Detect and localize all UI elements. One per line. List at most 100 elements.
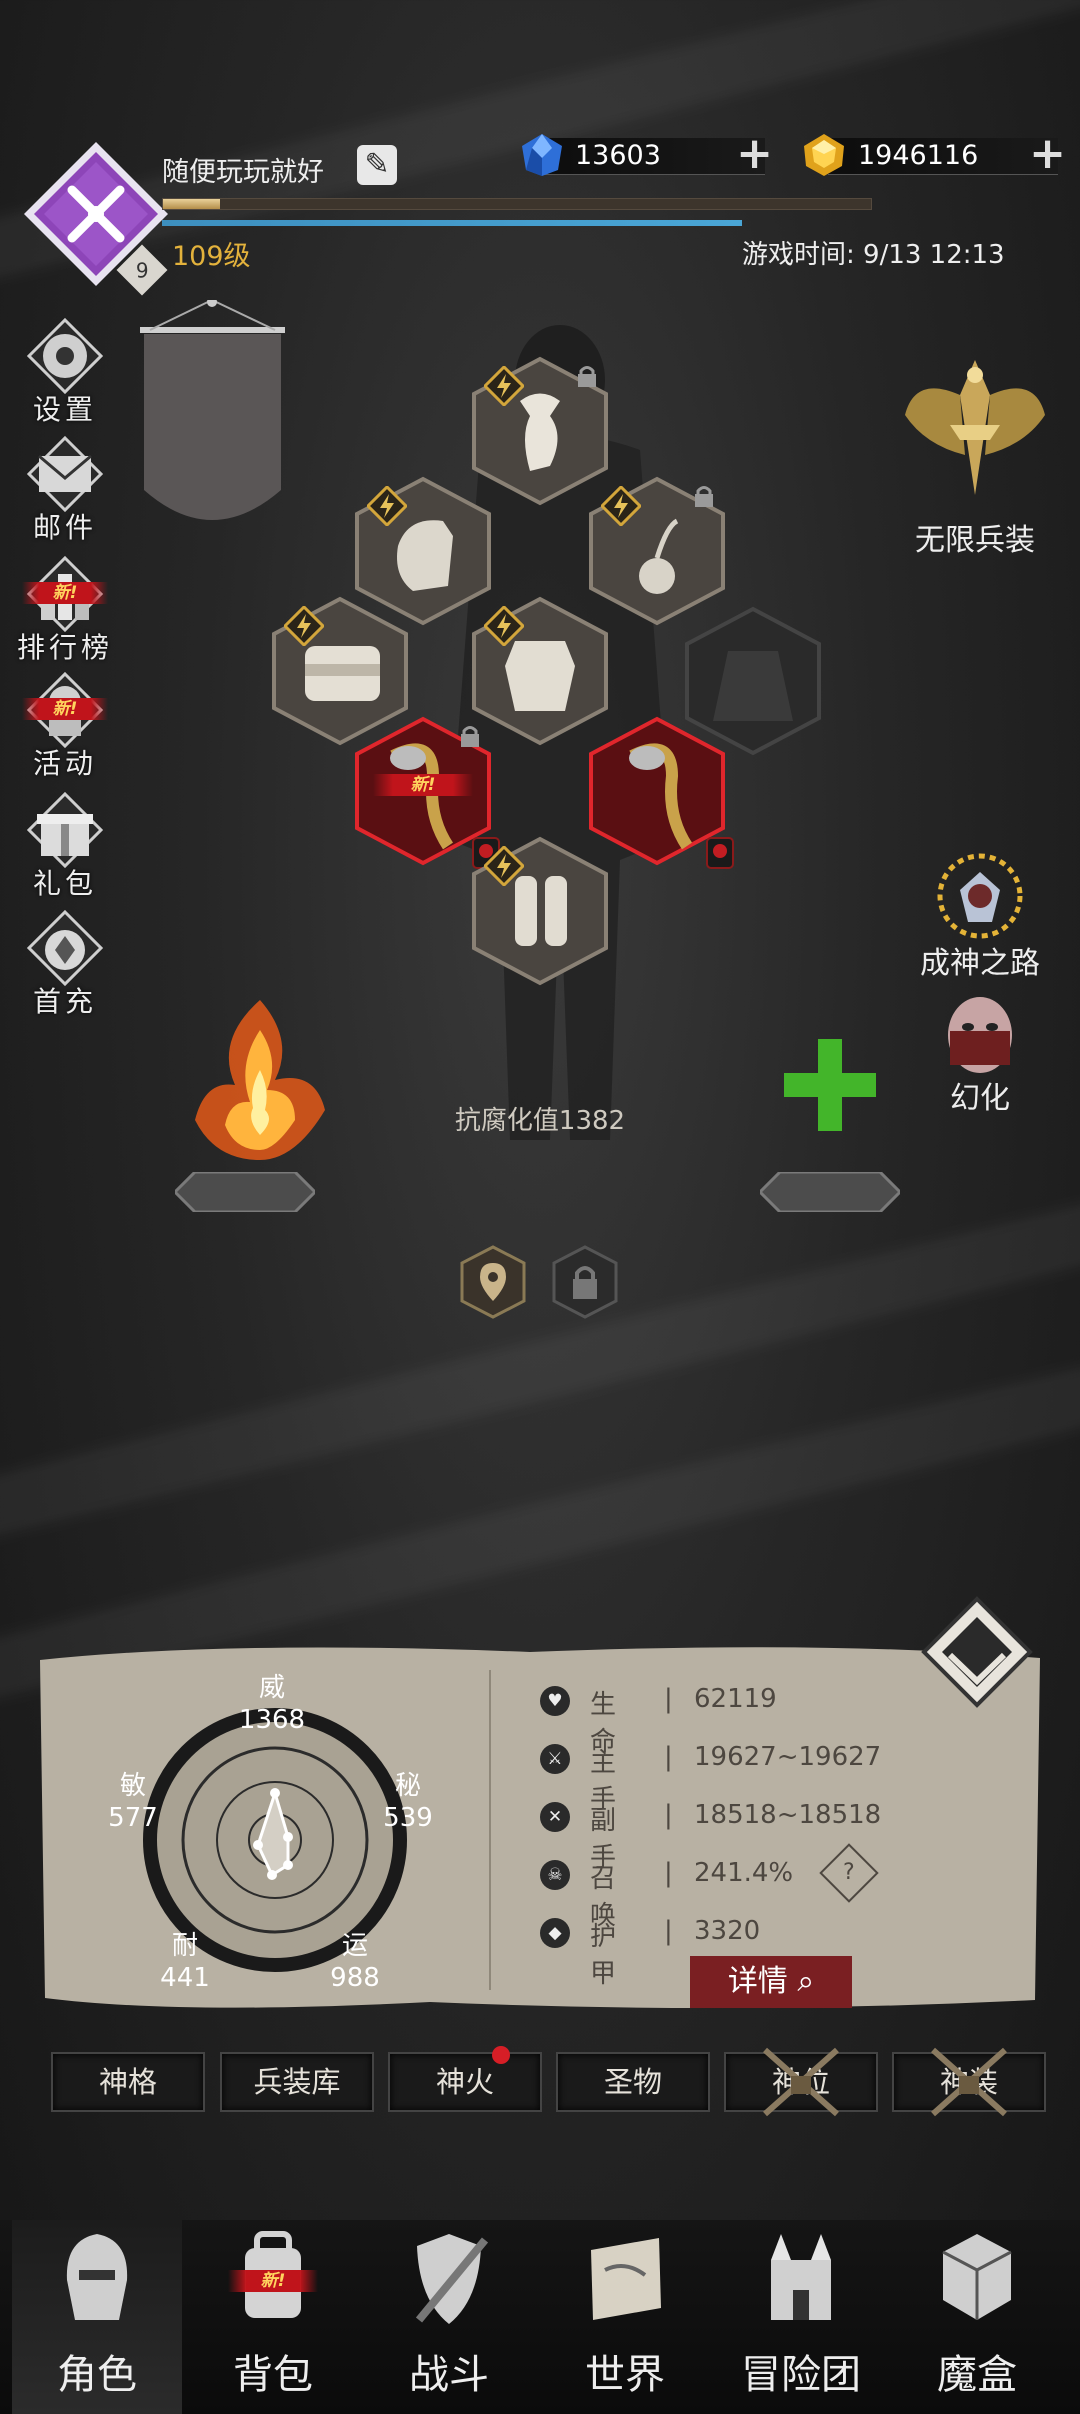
- main-hand-icon: ⚔: [540, 1744, 570, 1774]
- sidebar-item-1[interactable]: 邮件: [10, 428, 120, 544]
- attribute-wei-value: 1368: [238, 1705, 306, 1735]
- path-to-god-button[interactable]: 成神之路: [900, 850, 1060, 981]
- panel-toggle-icon[interactable]: [920, 1595, 1035, 1710]
- energy-bar: [162, 220, 742, 226]
- gold-currency: 1946116 +: [828, 132, 1066, 176]
- nav-label: 世界: [585, 2352, 665, 2398]
- new-badge: 新!: [22, 698, 108, 720]
- nav-3[interactable]: 世界: [540, 2220, 710, 2414]
- tab-2[interactable]: 神火: [388, 2046, 542, 2112]
- nav-1[interactable]: 新! 背包: [188, 2220, 358, 2414]
- upgrade-bolt-icon: [601, 486, 641, 526]
- nav-5[interactable]: 魔盒: [892, 2220, 1062, 2414]
- sidebar-item-2[interactable]: 新! 排行榜: [10, 548, 120, 664]
- upgrade-bolt-icon: [484, 846, 524, 886]
- locked-chains-icon: [761, 2046, 841, 2118]
- stat-value: 62119: [694, 1684, 777, 1714]
- infinite-gear-button[interactable]: 无限兵装: [895, 355, 1055, 558]
- new-badge: 新!: [373, 774, 473, 796]
- corrosion-resistance-value: 抗腐化值1382: [454, 1106, 626, 1136]
- locked-slot-button[interactable]: [552, 1245, 618, 1319]
- sidebar-item-0[interactable]: 设置: [10, 310, 120, 426]
- stat-separator: |: [664, 1684, 673, 1714]
- stat-separator: |: [664, 1800, 673, 1830]
- illusion-mask-icon: [948, 997, 1012, 1073]
- mail-icon: [26, 435, 104, 513]
- nav-4[interactable]: 冒险团: [716, 2220, 886, 2414]
- lock-icon: [459, 724, 481, 748]
- sidebar-item-label: 活动: [32, 747, 97, 780]
- guild-banner[interactable]: [140, 297, 285, 540]
- stat-separator: |: [664, 1742, 673, 1772]
- upgrade-bolt-icon: [284, 606, 324, 646]
- game-time: 游戏时间: 9/13 12:13: [742, 240, 1005, 270]
- illusion-button[interactable]: 幻化: [900, 995, 1060, 1116]
- left-pedestal: [172, 1170, 318, 1214]
- nav-label: 魔盒: [937, 2352, 1017, 2398]
- battle-shield-icon: [409, 2220, 489, 2330]
- slot-boots[interactable]: [470, 836, 610, 986]
- player-name: 随便玩玩就好: [162, 157, 324, 188]
- attribute-yun-value: 988: [330, 1963, 380, 1993]
- new-badge: 新!: [22, 582, 108, 604]
- gold-crystal-icon: [802, 132, 846, 178]
- details-button[interactable]: 详情 ⌕: [690, 1956, 852, 2008]
- gold-amount: 1946116: [858, 140, 979, 171]
- sidebar-item-3[interactable]: 新! 活动: [10, 664, 120, 780]
- magnifier-icon: ⌕: [797, 1964, 815, 1999]
- upgrade-bolt-icon: [367, 486, 407, 526]
- edit-name-icon[interactable]: ✎: [357, 145, 397, 185]
- stat-value: 241.4%: [694, 1858, 794, 1888]
- upgrade-bolt-icon: [484, 366, 524, 406]
- nav-2[interactable]: 战斗: [364, 2220, 534, 2414]
- tab-0[interactable]: 神格: [51, 2052, 205, 2112]
- tab-label: 兵装库: [253, 2065, 341, 2099]
- stat-separator: |: [664, 1916, 673, 1946]
- gift-icon: [26, 791, 104, 869]
- add-gold-button[interactable]: +: [1029, 132, 1066, 176]
- player-level: 109级: [172, 241, 251, 272]
- sidebar-item-label: 设置: [32, 393, 97, 426]
- attribute-min: 敏 577: [100, 1770, 166, 1834]
- tab-5[interactable]: 神装: [892, 2047, 1046, 2117]
- fire-emblem-icon[interactable]: [175, 990, 345, 1170]
- heart-icon: ♥: [540, 1686, 570, 1716]
- world-map-icon: [585, 2220, 665, 2330]
- attribute-mi-value: 539: [383, 1803, 433, 1833]
- sidebar-item-label: 礼包: [32, 867, 97, 900]
- upgrade-bolt-icon: [484, 606, 524, 646]
- new-badge: 新!: [228, 2270, 318, 2292]
- magic-cube-icon: [937, 2220, 1017, 2330]
- nav-label: 战斗: [409, 2352, 489, 2398]
- stat-separator: |: [664, 1858, 673, 1888]
- nav-label: 背包: [233, 2352, 313, 2398]
- tab-label: 神格: [98, 2065, 157, 2099]
- stat-value: 19627~19627: [694, 1742, 882, 1772]
- attribute-nai-value: 441: [160, 1963, 210, 1993]
- add-gem-button[interactable]: +: [736, 132, 773, 176]
- nav-0[interactable]: 角色: [12, 2220, 182, 2414]
- gem-amount: 13603: [575, 140, 661, 171]
- infinite-gear-label: 无限兵装: [915, 523, 1035, 558]
- sidebar-item-label: 邮件: [32, 511, 97, 544]
- details-label: 详情: [727, 1964, 788, 1999]
- sidebar-item-4[interactable]: 礼包: [10, 784, 120, 900]
- tab-label: 神火: [435, 2065, 494, 2099]
- nav-label: 角色: [57, 2352, 137, 2398]
- attribute-yun-label: 运: [341, 1931, 368, 1961]
- sidebar-item-5[interactable]: 首充: [10, 902, 120, 1018]
- tab-4[interactable]: 神位: [724, 2047, 878, 2117]
- notification-dot: [492, 2046, 510, 2064]
- stat-name: 护甲: [590, 1922, 619, 1989]
- attribute-nai-label: 耐: [171, 1931, 198, 1961]
- summon-icon: ☠: [540, 1860, 570, 1890]
- location-pin-button[interactable]: [460, 1245, 526, 1319]
- path-to-god-icon: [937, 853, 1023, 939]
- attribute-nai: 耐 441: [152, 1930, 218, 1994]
- tab-3[interactable]: 圣物: [556, 2052, 710, 2112]
- attribute-min-label: 敏: [119, 1771, 146, 1801]
- tab-1[interactable]: 兵装库: [220, 2052, 374, 2112]
- stat-value: 3320: [694, 1916, 761, 1946]
- attribute-mi: 秘 539: [375, 1770, 441, 1834]
- off-hand-icon: ✕: [540, 1802, 570, 1832]
